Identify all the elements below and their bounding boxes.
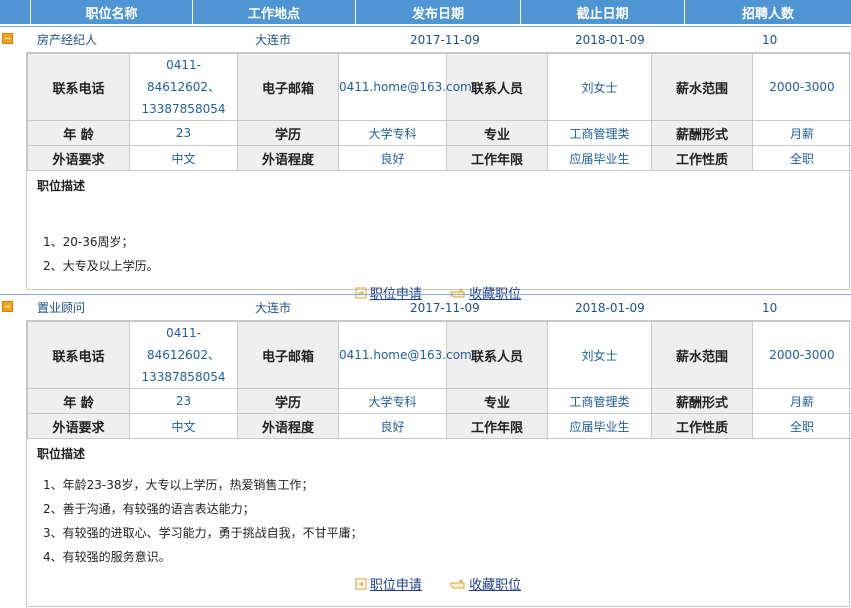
experience-value: 应届毕业生 xyxy=(547,145,652,171)
major-label: 专业 xyxy=(446,388,548,414)
language-level-value: 良好 xyxy=(338,413,447,439)
header-deadline: 截止日期 xyxy=(520,0,684,24)
job-type-label: 工作性质 xyxy=(651,413,753,439)
pointing-hand-icon xyxy=(450,578,465,588)
header-headcount: 招聘人数 xyxy=(684,0,851,24)
header-location: 工作地点 xyxy=(192,0,355,24)
experience-label: 工作年限 xyxy=(446,145,548,171)
phone-label: 联系电话 xyxy=(27,321,130,389)
email-label: 电子邮箱 xyxy=(237,321,339,389)
language-level-value: 良好 xyxy=(338,145,447,171)
description-line: 4、有较强的服务意识。 xyxy=(43,550,171,564)
apply-button[interactable]: 职位申请 xyxy=(355,574,422,593)
major-label: 专业 xyxy=(446,120,548,146)
job-title-link[interactable]: 置业顾问 xyxy=(37,295,85,321)
table-header: 职位名称 工作地点 发布日期 截止日期 招聘人数 xyxy=(0,0,851,24)
education-label: 学历 xyxy=(237,388,339,414)
job-info-table: 联系电话 0411-84612602、 13387858054 电子邮箱 0411… xyxy=(27,53,851,171)
phone-value: 0411-84612602、 13387858054 xyxy=(129,321,238,389)
job-location: 大连市 xyxy=(255,33,292,47)
email-value: 0411.home@163.com xyxy=(338,53,472,121)
job-summary-row[interactable]: 房产经纪人 大连市 2017-11-09 2018-01-09 10 xyxy=(0,26,851,53)
age-label: 年 龄 xyxy=(27,388,130,414)
education-value: 大学专科 xyxy=(338,388,447,414)
job-publish-date: 2017-11-09 xyxy=(410,301,480,315)
salary-form-value: 月薪 xyxy=(752,388,851,414)
salary-form-label: 薪酬形式 xyxy=(651,388,753,414)
job-deadline: 2018-01-09 xyxy=(575,301,645,315)
salary-form-label: 薪酬形式 xyxy=(651,120,753,146)
contact-value: 刘女士 xyxy=(547,53,652,121)
job-detail-panel: 联系电话 0411-84612602、 13387858054 电子邮箱 0411… xyxy=(26,320,851,607)
header-spacer xyxy=(0,0,30,24)
description-line: 2、大专及以上学历。 xyxy=(43,259,159,273)
description-line: 1、年龄23-38岁，大专以上学历，热爱销售工作； xyxy=(43,478,314,492)
email-value: 0411.home@163.com xyxy=(338,321,472,389)
job-info-table: 联系电话 0411-84612602、 13387858054 电子邮箱 0411… xyxy=(27,321,851,439)
job-entry: 置业顾问 大连市 2017-11-09 2018-01-09 10 联系电话 0… xyxy=(0,294,851,607)
job-type-value: 全职 xyxy=(752,145,851,171)
job-headcount: 10 xyxy=(762,301,778,315)
job-headcount: 10 xyxy=(762,33,778,47)
experience-label: 工作年限 xyxy=(446,413,548,439)
language-label: 外语要求 xyxy=(27,145,130,171)
experience-value: 应届毕业生 xyxy=(547,413,652,439)
email-label: 电子邮箱 xyxy=(237,53,339,121)
major-value: 工商管理类 xyxy=(547,388,652,414)
age-value: 23 xyxy=(129,120,238,146)
job-deadline: 2018-01-09 xyxy=(575,33,645,47)
age-label: 年 龄 xyxy=(27,120,130,146)
collapse-toggle-icon[interactable] xyxy=(2,33,13,44)
job-title-link[interactable]: 房产经纪人 xyxy=(37,27,97,53)
apply-icon xyxy=(355,578,367,589)
description-title: 职位描述 xyxy=(37,447,86,461)
job-detail-panel: 联系电话 0411-84612602、 13387858054 电子邮箱 0411… xyxy=(26,52,851,302)
language-label: 外语要求 xyxy=(27,413,130,439)
education-label: 学历 xyxy=(237,120,339,146)
collapse-toggle-icon[interactable] xyxy=(2,301,13,312)
salary-value: 2000-3000 xyxy=(752,321,851,389)
salary-label: 薪水范围 xyxy=(651,53,753,121)
salary-label: 薪水范围 xyxy=(651,321,753,389)
major-value: 工商管理类 xyxy=(547,120,652,146)
job-entry: 房产经纪人 大连市 2017-11-09 2018-01-09 10 联系电话 … xyxy=(0,26,851,302)
phone-label: 联系电话 xyxy=(27,53,130,121)
age-value: 23 xyxy=(129,388,238,414)
phone-value: 0411-84612602、 13387858054 xyxy=(129,53,238,121)
job-summary-row[interactable]: 置业顾问 大连市 2017-11-09 2018-01-09 10 xyxy=(0,294,851,321)
description-title: 职位描述 xyxy=(37,179,86,193)
job-type-value: 全职 xyxy=(752,413,851,439)
description-line: 1、20-36周岁； xyxy=(43,235,134,249)
favorite-button[interactable]: 收藏职位 xyxy=(450,574,521,593)
description-line: 2、善于沟通，有较强的语言表达能力； xyxy=(43,502,255,516)
job-actions: 职位申请 收藏职位 xyxy=(27,574,849,594)
language-level-label: 外语程度 xyxy=(237,413,339,439)
salary-form-value: 月薪 xyxy=(752,120,851,146)
education-value: 大学专科 xyxy=(338,120,447,146)
job-publish-date: 2017-11-09 xyxy=(410,33,480,47)
language-value: 中文 xyxy=(129,145,238,171)
description-line: 3、有较强的进取心、学习能力，勇于挑战自我，不甘平庸； xyxy=(43,526,363,540)
header-publish-date: 发布日期 xyxy=(355,0,520,24)
language-level-label: 外语程度 xyxy=(237,145,339,171)
salary-value: 2000-3000 xyxy=(752,53,851,121)
language-value: 中文 xyxy=(129,413,238,439)
job-type-label: 工作性质 xyxy=(651,145,753,171)
header-job-title: 职位名称 xyxy=(30,0,192,24)
job-location: 大连市 xyxy=(255,301,292,315)
contact-value: 刘女士 xyxy=(547,321,652,389)
